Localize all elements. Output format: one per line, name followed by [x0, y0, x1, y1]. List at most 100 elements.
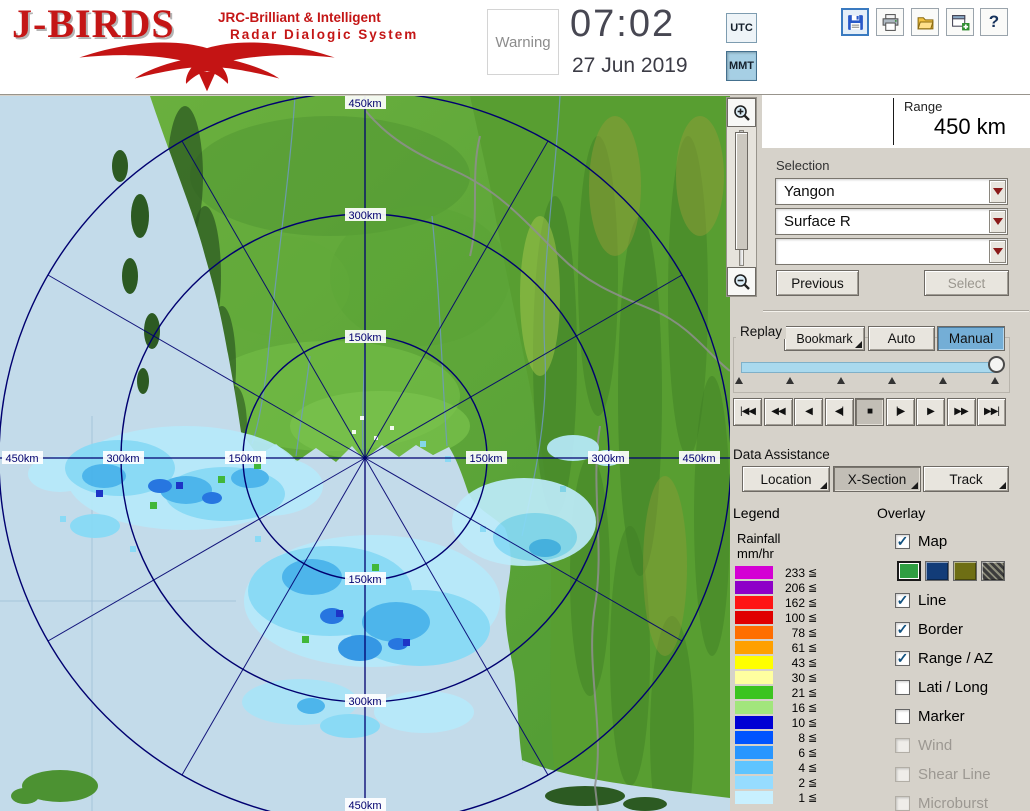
station-select[interactable]: Yangon [775, 178, 1008, 205]
warning-indicator[interactable]: Warning [487, 9, 559, 75]
legend-value: 16 [791, 700, 805, 715]
legend-row-30: 30 ≦ [735, 670, 835, 685]
overlay-item-label: Range / AZ [918, 650, 994, 667]
checkbox-microburst[interactable] [895, 796, 910, 811]
previous-button[interactable]: Previous [776, 270, 859, 296]
overlay-list: ✓ Map ✓ Line ✓ Border ✓ Range / AZ Lati / Long Ma… [895, 527, 1029, 811]
legend-table: 233 ≦ 206 ≦ 162 ≦ 100 ≦ 78 ≦ 61 ≦ 43 ≦ 30 ≦ 21 ≦ 16 ≦ 10 ≦ 8 ≦ 6… [735, 565, 835, 805]
legend-value: 2 [798, 775, 805, 790]
legend-color-swatch [735, 686, 773, 699]
legend-row-1: 1 ≦ [735, 790, 835, 805]
help-icon: ? [988, 12, 1000, 31]
help-button[interactable]: ? [980, 8, 1008, 36]
selection-label: Selection [776, 158, 830, 173]
legend-row-78: 78 ≦ [735, 625, 835, 640]
x-section-button[interactable]: X-Section [833, 466, 921, 492]
checkbox-shear-line[interactable] [895, 767, 910, 782]
overlay-item-marker[interactable]: Marker [895, 702, 1029, 731]
overlay-item-microburst[interactable]: Microburst [895, 789, 1029, 811]
legend-color-swatch [735, 641, 773, 654]
legend-row-6: 6 ≦ [735, 745, 835, 760]
step-forward-button[interactable]: |▶ [885, 398, 915, 426]
overlay-item-border[interactable]: ✓ Border [895, 615, 1029, 644]
replay-slider-track[interactable] [741, 362, 997, 373]
svg-text:450km: 450km [348, 800, 381, 811]
track-button[interactable]: Track [923, 466, 1009, 492]
open-folder-button[interactable] [911, 8, 939, 36]
legend-row-4: 4 ≦ [735, 760, 835, 775]
stop-button[interactable]: ■ [855, 398, 884, 426]
map-color-swatch-1[interactable] [897, 561, 921, 581]
zoom-out-button[interactable] [727, 267, 756, 296]
checkbox-line[interactable]: ✓ [895, 593, 910, 608]
add-window-button[interactable] [946, 8, 974, 36]
manual-button[interactable]: Manual [937, 326, 1005, 351]
mmt-button[interactable]: MMT [726, 51, 757, 81]
legend-color-swatch [735, 791, 773, 804]
legend-color-swatch [735, 566, 773, 579]
checkbox-wind[interactable] [895, 738, 910, 753]
checkbox-map[interactable]: ✓ [895, 534, 910, 549]
legend-value: 21 [791, 685, 805, 700]
save-button[interactable] [841, 8, 869, 36]
skip-to-start-button[interactable]: |◀◀ [733, 398, 762, 426]
overlay-item-range-az[interactable]: ✓ Range / AZ [895, 644, 1029, 673]
fast-rewind-button[interactable]: ◀◀ [763, 398, 793, 426]
skip-to-end-button[interactable]: ▶▶| [977, 398, 1006, 426]
overlay-item-shear-line[interactable]: Shear Line [895, 760, 1029, 789]
station-select-arrow[interactable] [989, 180, 1006, 203]
checkbox-range-az[interactable]: ✓ [895, 651, 910, 666]
step-back-button[interactable]: ◀| [824, 398, 854, 426]
select-button[interactable]: Select [924, 270, 1009, 296]
slider-tick [786, 377, 794, 384]
map-color-swatch-3[interactable] [953, 561, 977, 581]
svg-text:150km: 150km [348, 332, 381, 344]
overlay-item-wind[interactable]: Wind [895, 731, 1029, 760]
play-reverse-button[interactable]: ◀ [794, 398, 823, 426]
print-icon [882, 13, 898, 31]
location-button[interactable]: Location [742, 466, 830, 492]
overlay-item-label: Border [918, 621, 964, 638]
legend-color-swatch [735, 776, 773, 789]
lte-symbol: ≦ [808, 672, 818, 684]
header-bar: J-BIRDS JRC-Brilliant & Intelligent Rada… [0, 0, 1030, 95]
overlay-item-map[interactable]: ✓ Map [895, 527, 1029, 556]
zoom-in-button[interactable] [727, 98, 756, 127]
utc-button[interactable]: UTC [726, 13, 757, 43]
utc-label: UTC [730, 22, 753, 34]
legend-value: 10 [791, 715, 805, 730]
checkbox-lati-long[interactable] [895, 680, 910, 695]
play-button[interactable]: ▶ [916, 398, 945, 426]
option-select-arrow[interactable] [989, 240, 1006, 263]
panel-separator [763, 310, 1029, 312]
jbirds-app: J-BIRDS JRC-Brilliant & Intelligent Rada… [0, 0, 1030, 811]
product-select[interactable]: Surface R [775, 208, 1008, 235]
eagle-logo-icon [79, 42, 335, 92]
bookmark-button[interactable]: Bookmark [784, 326, 865, 351]
legend-color-swatch [735, 626, 773, 639]
slider-tick [837, 377, 845, 384]
replay-slider-handle[interactable] [988, 356, 1005, 373]
print-button[interactable] [876, 8, 904, 36]
zoom-slider-thumb[interactable] [735, 132, 748, 250]
map-color-swatches [895, 556, 1029, 586]
corner-arrow-icon [855, 341, 862, 348]
fast-forward-button[interactable]: ▶▶ [946, 398, 976, 426]
slider-tick [991, 377, 999, 384]
product-select-arrow[interactable] [989, 210, 1006, 233]
legend-value: 61 [791, 640, 805, 655]
map-color-swatch-4[interactable] [981, 561, 1005, 581]
chevron-down-icon [992, 248, 1003, 255]
corner-arrow-icon [999, 482, 1006, 489]
auto-button[interactable]: Auto [868, 326, 935, 351]
overlay-item-line[interactable]: ✓ Line [895, 586, 1029, 615]
legend-row-162: 162 ≦ [735, 595, 835, 610]
legend-row-10: 10 ≦ [735, 715, 835, 730]
radar-map[interactable]: 450km 300km 150km 150km 300km 450km 450k… [0, 96, 730, 811]
map-color-swatch-2[interactable] [925, 561, 949, 581]
legend-row-21: 21 ≦ [735, 685, 835, 700]
checkbox-border[interactable]: ✓ [895, 622, 910, 637]
option-select[interactable] [775, 238, 1008, 265]
checkbox-marker[interactable] [895, 709, 910, 724]
overlay-item-lati-long[interactable]: Lati / Long [895, 673, 1029, 702]
